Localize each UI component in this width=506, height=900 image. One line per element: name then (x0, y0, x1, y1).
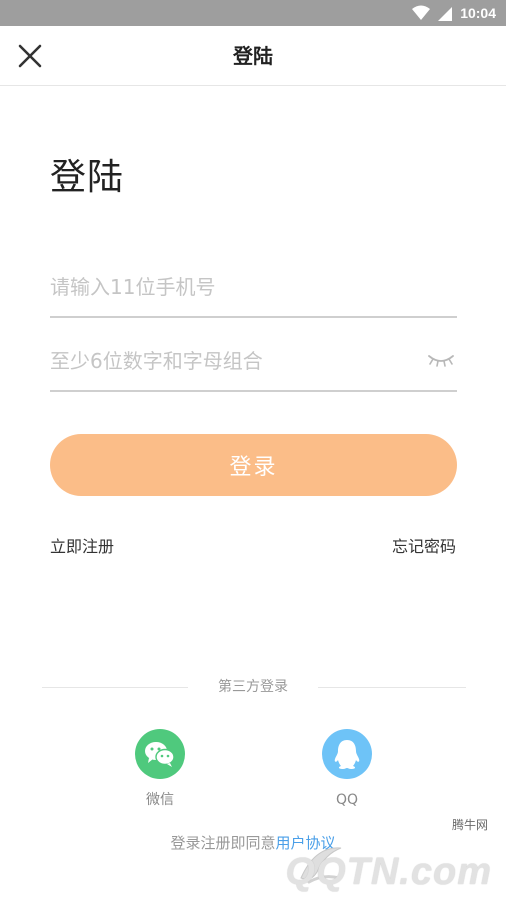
wechat-circle (135, 729, 185, 779)
password-field (50, 332, 457, 392)
app-bar: 登陆 (0, 26, 506, 86)
watermark: 腾牛网 QQTN.com (286, 816, 500, 896)
agreement-prefix: 登录注册即同意 (170, 834, 276, 852)
phone-input[interactable] (50, 258, 457, 316)
signal-icon (438, 5, 453, 21)
qq-login-button[interactable]: QQ (322, 729, 372, 809)
status-icons: 10:04 (412, 4, 496, 22)
app-bar-title: 登陆 (233, 44, 273, 68)
qq-circle (322, 729, 372, 779)
login-button[interactable]: 登录 (50, 434, 457, 496)
third-party-label: 第三方登录 (218, 679, 288, 695)
eye-closed-icon[interactable] (427, 350, 455, 372)
watermark-brand-text: QQTN.com (285, 851, 492, 893)
wechat-label: 微信 (146, 792, 174, 808)
qq-penguin-icon (334, 740, 360, 769)
register-link[interactable]: 立即注册 (50, 536, 114, 558)
status-bar: 10:04 (0, 0, 506, 26)
qq-label: QQ (335, 792, 359, 808)
status-time: 10:04 (460, 5, 496, 21)
wifi-icon (412, 5, 431, 21)
wechat-login-button[interactable]: 微信 (135, 729, 185, 809)
page-title: 登陆 (50, 157, 125, 198)
password-input[interactable] (50, 332, 410, 390)
watermark-small-text: 腾牛网 (451, 818, 488, 832)
wechat-icon (145, 742, 175, 767)
phone-field (50, 258, 457, 318)
forgot-password-link[interactable]: 忘记密码 (392, 536, 456, 558)
